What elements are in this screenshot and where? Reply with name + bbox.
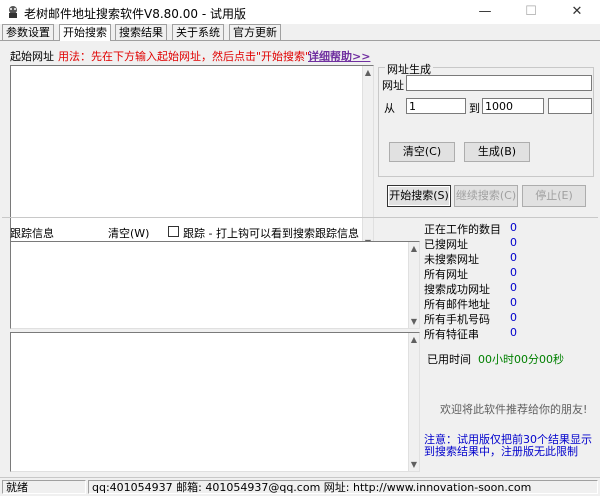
stat-working-label: 正在工作的数目: [424, 223, 501, 236]
to-label: 到: [469, 102, 480, 115]
url-label: 网址: [382, 79, 404, 92]
start-search-panel: 起始网址 用法：先在下方输入起始网址，然后点击"开始搜索" 详细帮助>> ▲ ▼…: [2, 41, 598, 476]
minimize-button[interactable]: —: [462, 0, 508, 24]
url-gen-group: 网址生成 网址 从 到 清空(C) 生成(B): [378, 61, 594, 177]
help-link[interactable]: 详细帮助>>: [308, 48, 370, 64]
tab-strip: 参数设置 开始搜索 搜索结果 关于系统 官方更新: [0, 24, 600, 41]
generate-url-button[interactable]: 生成(B): [464, 142, 530, 162]
tab-search-results[interactable]: 搜索结果: [115, 24, 167, 40]
stat-searched-label: 已搜网址: [424, 238, 468, 251]
clear-url-button[interactable]: 清空(C): [389, 142, 455, 162]
start-search-button[interactable]: 开始搜索(S): [387, 185, 451, 207]
tab-about[interactable]: 关于系统: [172, 24, 224, 40]
usage-hint: 用法：先在下方输入起始网址，然后点击"开始搜索": [58, 50, 311, 63]
status-contact: qq:401054937 邮箱: 401054937@qq.com 网址: ht…: [88, 480, 598, 494]
stat-unsearched-value: 0: [510, 251, 517, 264]
close-button[interactable]: ✕: [554, 0, 600, 24]
to-input[interactable]: [482, 98, 544, 114]
from-input[interactable]: [406, 98, 466, 114]
panel-divider: [2, 217, 598, 218]
recommend-text: 欢迎将此软件推荐给你的朋友!: [440, 403, 588, 416]
stop-button[interactable]: 停止(E): [522, 185, 586, 207]
trace-checkbox[interactable]: [168, 226, 179, 237]
stats-panel: 正在工作的数目 0 已搜网址 0 未搜索网址 0 所有网址 0 搜索成功网址 0…: [424, 221, 596, 381]
app-icon: [9, 6, 17, 18]
status-bar: 就绪 qq:401054937 邮箱: 401054937@qq.com 网址:…: [0, 477, 600, 496]
stat-features-value: 0: [510, 326, 517, 339]
trial-notice: 注意：试用版仅把前30个结果显示到搜索结果中，注册版无此限制: [424, 433, 592, 458]
from-label: 从: [384, 102, 395, 115]
stat-emails-value: 0: [510, 296, 517, 309]
stat-all-urls-value: 0: [510, 266, 517, 279]
log-scrollbar[interactable]: ▲ ▼: [408, 333, 419, 471]
elapsed-label: 已用时间: [427, 353, 471, 366]
stat-features-label: 所有特征串: [424, 328, 479, 341]
stat-success-label: 搜索成功网址: [424, 283, 490, 296]
tab-official-update[interactable]: 官方更新: [229, 24, 281, 40]
stat-unsearched-label: 未搜索网址: [424, 253, 479, 266]
url-pattern-input[interactable]: [406, 75, 592, 91]
start-url-label: 起始网址: [10, 50, 54, 63]
stat-phones-label: 所有手机号码: [424, 313, 490, 326]
log-box[interactable]: ▲ ▼: [10, 332, 420, 472]
elapsed-value: 00小时00分00秒: [478, 353, 564, 366]
maximize-button[interactable]: ☐: [508, 0, 554, 24]
status-state: 就绪: [2, 480, 86, 494]
trace-checkbox-label: 跟踪 - 打上钩可以看到搜索跟踪信息: [183, 227, 359, 240]
stat-working-value: 0: [510, 221, 517, 234]
start-url-textarea[interactable]: ▲ ▼: [10, 65, 374, 250]
stat-searched-value: 0: [510, 236, 517, 249]
stat-phones-value: 0: [510, 311, 517, 324]
tab-start-search[interactable]: 开始搜索: [59, 24, 111, 41]
stat-success-value: 0: [510, 281, 517, 294]
step-input[interactable]: [548, 98, 592, 114]
stat-emails-label: 所有邮件地址: [424, 298, 490, 311]
window-title: 老树邮件地址搜索软件V8.80.00 - 试用版: [24, 7, 246, 21]
stat-all-urls-label: 所有网址: [424, 268, 468, 281]
trace-label: 跟踪信息: [10, 227, 54, 240]
continue-search-button[interactable]: 继续搜索(C): [454, 185, 518, 207]
trace-info-box[interactable]: ▲ ▼: [10, 241, 420, 329]
tab-params[interactable]: 参数设置: [2, 24, 54, 40]
start-url-scrollbar[interactable]: ▲ ▼: [362, 66, 373, 249]
trace-clear-link[interactable]: 清空(W): [108, 225, 149, 241]
title-bar: 老树邮件地址搜索软件V8.80.00 - 试用版 — ☐ ✕: [0, 0, 600, 24]
trace-scrollbar[interactable]: ▲ ▼: [408, 242, 419, 328]
